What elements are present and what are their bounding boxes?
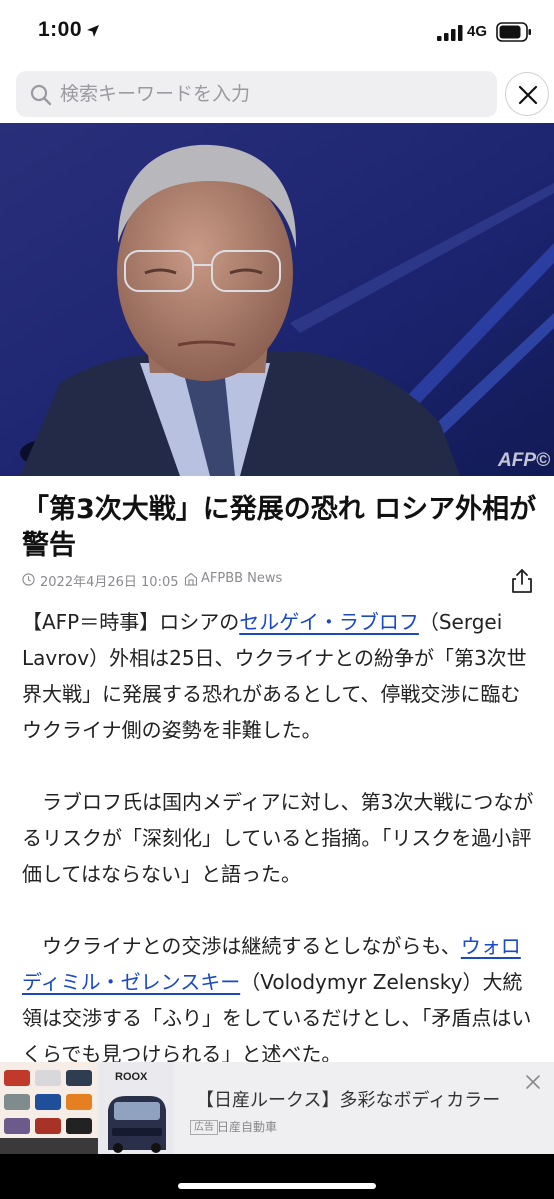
article-title: 「第3次大戦」に発展の恐れ ロシア外相が警告 (22, 494, 537, 561)
publisher-icon (184, 572, 198, 586)
article-date: 2022年4月26日 10:05 (40, 575, 179, 590)
ad-car-image: ROOX (0, 1062, 174, 1154)
location-arrow-icon (87, 25, 99, 37)
status-bar: 1:00 4G (0, 0, 554, 66)
paragraph-1: 【AFP＝時事】ロシアのセルゲイ・ラブロフ（Sergei Lavrov）外相は2… (22, 604, 534, 748)
paragraph-text: 【AFP＝時事】ロシアの (22, 610, 240, 634)
article-source[interactable]: AFPBB News (201, 571, 282, 586)
status-time: 1:00 (38, 18, 83, 41)
close-button[interactable] (505, 72, 549, 116)
paragraph-3: ウクライナとの交渉は継続するとしながらも、ウォロディミル・ゼレンスキー（Volo… (22, 928, 534, 1072)
article-body: 【AFP＝時事】ロシアのセルゲイ・ラブロフ（Sergei Lavrov）外相は2… (22, 604, 534, 1108)
ad-banner[interactable]: ROOX 【日産ルークス】多彩なボディカラー 広告 日産自動車 (0, 1062, 554, 1154)
photo-credit: AFP© (498, 450, 550, 471)
paragraph-text: ウクライナとの交渉は継続するとしながらも、 (22, 934, 461, 958)
battery-icon (496, 22, 531, 42)
network-type: 4G (467, 23, 488, 40)
article-hero-image[interactable]: AFP© (0, 123, 554, 476)
ad-label-badge: 広告 (190, 1120, 218, 1135)
share-icon[interactable] (510, 568, 534, 594)
ad-sponsor: 日産自動車 (217, 1120, 278, 1134)
ad-close-icon[interactable] (525, 1074, 541, 1090)
bottom-bar (0, 1154, 554, 1199)
close-icon (518, 85, 538, 105)
signal-strength-icon (437, 25, 463, 41)
home-indicator[interactable] (178, 1183, 376, 1189)
ad-brand-text: ROOX (115, 1071, 148, 1083)
hero-photo (0, 123, 554, 476)
ad-title[interactable]: 【日産ルークス】多彩なボディカラー (196, 1086, 500, 1112)
clock-icon (22, 573, 35, 586)
search-icon (30, 84, 52, 106)
person-link-lavrov[interactable]: セルゲイ・ラブロフ (239, 610, 419, 634)
search-placeholder: 検索キーワードを入力 (60, 83, 251, 105)
paragraph-2: ラブロフ氏は国内メディアに対し、第3次大戦につながるリスクが「深刻化」していると… (22, 790, 534, 886)
ad-image: ROOX (0, 1062, 174, 1154)
